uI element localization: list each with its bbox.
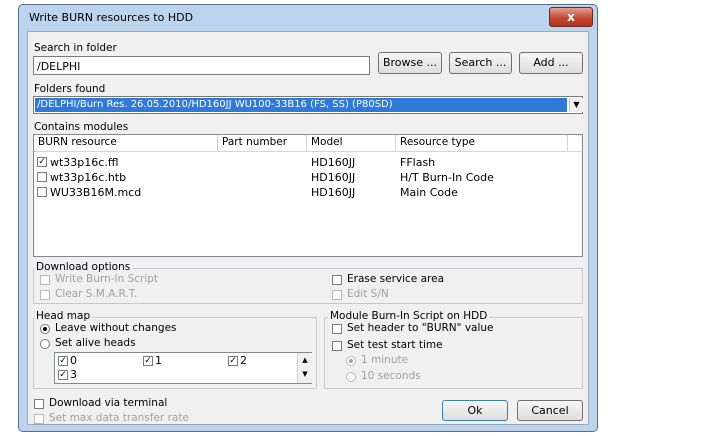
folders-dropdown[interactable]: /DELPHI/Burn Res. 26.05.2010/HD160JJ WU1…	[33, 96, 583, 114]
set-header-checkbox[interactable]	[332, 324, 342, 334]
scroll-down-icon[interactable]: ▼	[298, 367, 312, 381]
row-checkbox[interactable]	[37, 187, 47, 197]
heads-list[interactable]: ✓ 0 ✓ 1 ✓ 2 ✓ 3 ▲ ▼	[54, 352, 312, 384]
set-test-start-label: Set test start time	[347, 339, 443, 351]
cancel-button[interactable]: Cancel	[517, 400, 583, 421]
one-minute-radio[interactable]	[346, 356, 356, 366]
window-title: Write BURN resources to HDD	[29, 11, 194, 24]
head-checkbox[interactable]: ✓	[58, 356, 68, 366]
write-burnin-checkbox[interactable]	[40, 275, 50, 285]
erase-service-label: Erase service area	[347, 273, 445, 285]
max-rate-checkbox[interactable]	[34, 414, 44, 424]
edit-sn-label: Edit S/N	[347, 288, 389, 300]
col-model[interactable]: Model	[307, 135, 396, 151]
head-label: 3	[70, 368, 77, 381]
one-minute-label: 1 minute	[361, 354, 409, 366]
add-button[interactable]: Add ...	[519, 52, 583, 74]
row-checkbox[interactable]: ✓	[37, 157, 47, 167]
head-label: 2	[240, 354, 247, 367]
search-button[interactable]: Search ...	[449, 52, 512, 74]
ten-seconds-label: 10 seconds	[361, 370, 421, 382]
leave-unchanged-label: Leave without changes	[55, 322, 177, 334]
head-label: 0	[70, 354, 77, 367]
set-header-label: Set header to "BURN" value	[347, 322, 494, 334]
head-checkbox[interactable]: ✓	[143, 356, 153, 366]
modules-list[interactable]: BURN resource Part number Model Resource…	[33, 134, 583, 257]
max-rate-label: Set max data transfer rate	[49, 412, 189, 424]
modules-label: Contains modules	[34, 121, 129, 133]
title-bar[interactable]: Write BURN resources to HDD x	[19, 5, 597, 29]
table-row[interactable]: wt33p16c.htb HD160JJ H/T Burn-In Code	[36, 170, 576, 185]
close-button[interactable]: x	[549, 7, 593, 27]
folders-found-label: Folders found	[34, 83, 106, 95]
close-icon: x	[567, 10, 575, 24]
ten-seconds-radio[interactable]	[346, 372, 356, 382]
col-resource-type[interactable]: Resource type	[396, 135, 568, 151]
chevron-down-icon[interactable]: ▼	[569, 98, 583, 112]
write-burnin-label: Write Burn-In Script	[55, 273, 159, 285]
search-folder-input[interactable]: /DELPHI	[33, 56, 370, 75]
erase-service-checkbox[interactable]	[332, 275, 342, 285]
leave-unchanged-radio[interactable]	[40, 324, 50, 334]
scroll-up-icon[interactable]: ▲	[298, 353, 312, 367]
dialog-window: Write BURN resources to HDD x Search in …	[18, 4, 598, 432]
table-row[interactable]: WU33B16M.mcd HD160JJ Main Code	[36, 185, 576, 200]
edit-sn-checkbox[interactable]	[332, 290, 342, 300]
module-script-label: Module Burn-In Script on HDD	[328, 310, 490, 322]
set-alive-heads-radio[interactable]	[40, 339, 50, 349]
head-checkbox[interactable]: ✓	[58, 370, 68, 380]
browse-button[interactable]: Browse ...	[378, 52, 442, 74]
heads-scrollbar[interactable]: ▲ ▼	[297, 353, 312, 383]
table-row[interactable]: ✓ wt33p16c.ffl HD160JJ FFlash	[36, 155, 576, 170]
col-burn-resource[interactable]: BURN resource	[34, 135, 218, 151]
set-alive-heads-label: Set alive heads	[55, 337, 136, 349]
row-checkbox[interactable]	[37, 172, 47, 182]
modules-header: BURN resource Part number Model Resource…	[34, 135, 582, 152]
dialog-client: Search in folder /DELPHI Browse ... Sear…	[27, 31, 589, 425]
folders-dropdown-value: /DELPHI/Burn Res. 26.05.2010/HD160JJ WU1…	[37, 99, 393, 110]
head-map-label: Head map	[34, 310, 93, 322]
head-checkbox[interactable]: ✓	[228, 356, 238, 366]
clear-smart-label: Clear S.M.A.R.T.	[55, 288, 138, 300]
download-terminal-label: Download via terminal	[49, 397, 168, 409]
download-options-label: Download options	[34, 261, 133, 273]
head-label: 1	[155, 354, 162, 367]
ok-button[interactable]: Ok	[442, 400, 508, 421]
search-folder-label: Search in folder	[34, 42, 117, 54]
col-part-number[interactable]: Part number	[218, 135, 307, 151]
download-terminal-checkbox[interactable]	[34, 399, 44, 409]
set-test-start-checkbox[interactable]	[332, 341, 342, 351]
clear-smart-checkbox[interactable]	[40, 290, 50, 300]
